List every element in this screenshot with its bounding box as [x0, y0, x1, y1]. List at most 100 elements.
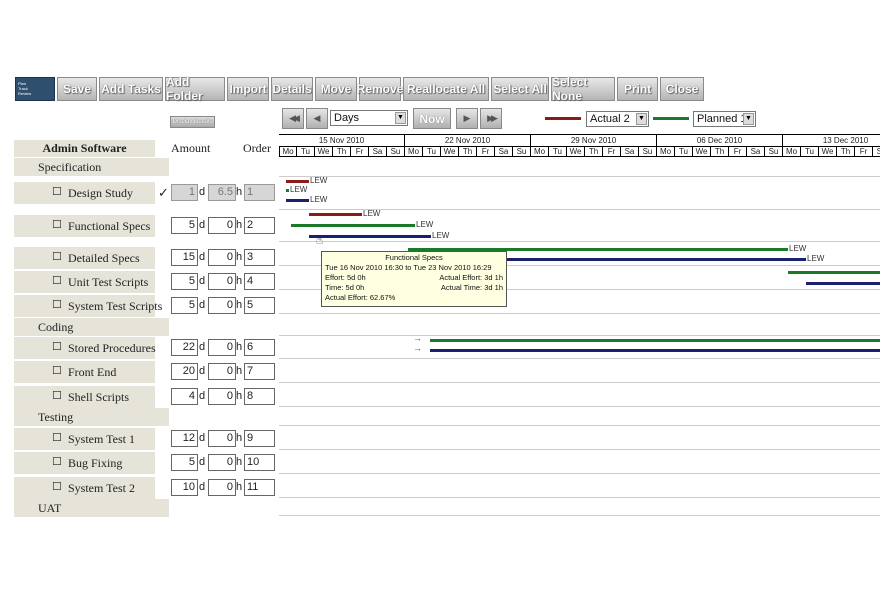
- gantt-bar-red[interactable]: [286, 180, 309, 183]
- next-page-button[interactable]: ▶: [456, 108, 478, 129]
- task-hours-input[interactable]: 0: [208, 297, 236, 314]
- task-row[interactable]: ☐ Unit Test Scripts: [14, 271, 155, 293]
- gantt-bar-green[interactable]: [430, 339, 880, 342]
- gantt-bar-blue[interactable]: [430, 349, 880, 352]
- move-button[interactable]: Move: [315, 77, 357, 101]
- task-hours-input[interactable]: 6.5: [208, 184, 236, 201]
- task-hours-input[interactable]: 0: [208, 339, 236, 356]
- add-tasks-button[interactable]: Add Tasks: [99, 77, 163, 101]
- task-row[interactable]: ☐ System Test Scripts: [14, 295, 162, 317]
- task-days-input[interactable]: 10: [171, 479, 198, 496]
- task-days-input[interactable]: 5: [171, 273, 198, 290]
- hours-unit: h: [236, 299, 243, 311]
- task-row[interactable]: ☐ Front End: [14, 361, 155, 383]
- task-days-input[interactable]: 20: [171, 363, 198, 380]
- task-order-input[interactable]: 8: [244, 388, 275, 405]
- task-row[interactable]: ☐ Bug Fixing: [14, 452, 155, 474]
- gantt-bar-blue[interactable]: [806, 282, 880, 285]
- task-checkbox[interactable]: ☐: [52, 342, 63, 353]
- task-row[interactable]: ☐ System Test 2: [14, 477, 155, 499]
- bar-resource-label: LEW: [432, 231, 450, 240]
- task-checkbox[interactable]: ☐: [52, 391, 63, 402]
- day-header: Fr: [855, 146, 873, 157]
- task-checkbox[interactable]: ☐: [52, 300, 63, 311]
- save-button[interactable]: Save: [57, 77, 97, 101]
- task-hours-input[interactable]: 0: [208, 249, 236, 266]
- task-hours-input[interactable]: 0: [208, 388, 236, 405]
- task-row[interactable]: ☐ Design Study: [14, 182, 155, 204]
- task-order-input[interactable]: 1: [244, 184, 275, 201]
- task-order-input[interactable]: 10: [244, 454, 275, 471]
- task-hours-input[interactable]: 0: [208, 430, 236, 447]
- task-hours-input[interactable]: 0: [208, 217, 236, 234]
- prev-page-button[interactable]: ◀: [306, 108, 328, 129]
- task-order-input[interactable]: 3: [244, 249, 275, 266]
- display-details-button[interactable]: Display Details: [170, 116, 215, 128]
- details-button[interactable]: Details: [271, 77, 313, 101]
- task-name: Design Study: [68, 186, 134, 200]
- task-checkbox[interactable]: ☐: [52, 220, 63, 231]
- task-checkbox[interactable]: ☐: [52, 276, 63, 287]
- now-button[interactable]: Now: [413, 108, 451, 129]
- hours-unit: h: [236, 186, 243, 198]
- add-folder-button[interactable]: Add Folder: [165, 75, 225, 103]
- task-row[interactable]: ☐ System Test 1: [14, 428, 155, 450]
- task-hours-input[interactable]: 0: [208, 479, 236, 496]
- task-days-input[interactable]: 5: [171, 217, 198, 234]
- first-page-button[interactable]: ◀◀: [282, 108, 304, 129]
- task-row[interactable]: ☐ Detailed Specs: [14, 247, 155, 269]
- gantt-bar-blue[interactable]: [309, 235, 431, 238]
- task-row[interactable]: ☐ Stored Procedures: [14, 337, 156, 359]
- gantt-bar-green[interactable]: [286, 189, 289, 192]
- task-days-input[interactable]: 4: [171, 388, 198, 405]
- actual-select[interactable]: Actual 2 ▼: [586, 111, 649, 127]
- task-order-input[interactable]: 5: [244, 297, 275, 314]
- task-checkbox[interactable]: ☐: [52, 366, 63, 377]
- task-checkbox[interactable]: ☐: [52, 433, 63, 444]
- group-testing[interactable]: Testing: [14, 408, 169, 426]
- task-row[interactable]: ☐ Functional Specs: [14, 215, 155, 237]
- task-order-input[interactable]: 6: [244, 339, 275, 356]
- hours-unit: h: [236, 481, 243, 493]
- task-order-input[interactable]: 9: [244, 430, 275, 447]
- task-hours-input[interactable]: 0: [208, 273, 236, 290]
- task-days-input[interactable]: 22: [171, 339, 198, 356]
- gantt-bar-blue[interactable]: [286, 199, 309, 202]
- task-order-input[interactable]: 4: [244, 273, 275, 290]
- task-hours-input[interactable]: 0: [208, 454, 236, 471]
- gantt-bar-red[interactable]: [309, 213, 362, 216]
- task-checkbox[interactable]: ☐: [52, 482, 63, 493]
- task-days-input[interactable]: 5: [171, 297, 198, 314]
- last-page-button[interactable]: ▶▶: [480, 108, 502, 129]
- remove-button[interactable]: Remove: [357, 77, 403, 101]
- task-checkbox[interactable]: ☐: [52, 252, 63, 263]
- planned-select[interactable]: Planned 1 ▼: [693, 111, 756, 127]
- task-order-input[interactable]: 11: [244, 479, 275, 496]
- task-checkbox[interactable]: ☐: [52, 187, 63, 198]
- select-all-button[interactable]: Select All: [491, 77, 549, 101]
- task-hours-input[interactable]: 0: [208, 363, 236, 380]
- task-row[interactable]: ☐ Shell Scripts: [14, 386, 155, 408]
- gantt-row-divider: [279, 382, 880, 383]
- group-specification[interactable]: Specification: [14, 158, 169, 176]
- task-order-input[interactable]: 2: [244, 217, 275, 234]
- reallocate-all-button[interactable]: Reallocate All: [403, 77, 489, 101]
- import-button[interactable]: Import: [227, 77, 269, 101]
- task-days-input[interactable]: 12: [171, 430, 198, 447]
- select-none-button[interactable]: Select None: [551, 75, 615, 103]
- task-checkbox[interactable]: ☐: [52, 457, 63, 468]
- gantt-bar-green[interactable]: [788, 271, 880, 274]
- task-days-input[interactable]: 1: [171, 184, 198, 201]
- task-days-input[interactable]: 5: [171, 454, 198, 471]
- bar-resource-label: LEW: [416, 220, 434, 229]
- scale-select[interactable]: Days ▼: [330, 110, 408, 126]
- group-coding[interactable]: Coding: [14, 318, 169, 336]
- group-uat[interactable]: UAT: [14, 499, 169, 517]
- gantt-chart[interactable]: 15 Nov 2010 Mo Tu We Th Fr Sa Su 22 Nov 2010 Mo Tu…: [279, 134, 880, 534]
- close-button[interactable]: Close: [660, 77, 704, 101]
- task-order-input[interactable]: 7: [244, 363, 275, 380]
- print-button[interactable]: Print: [617, 77, 658, 101]
- task-days-input[interactable]: 15: [171, 249, 198, 266]
- gantt-bar-green[interactable]: [291, 224, 415, 227]
- task-name: System Test Scripts: [68, 299, 163, 313]
